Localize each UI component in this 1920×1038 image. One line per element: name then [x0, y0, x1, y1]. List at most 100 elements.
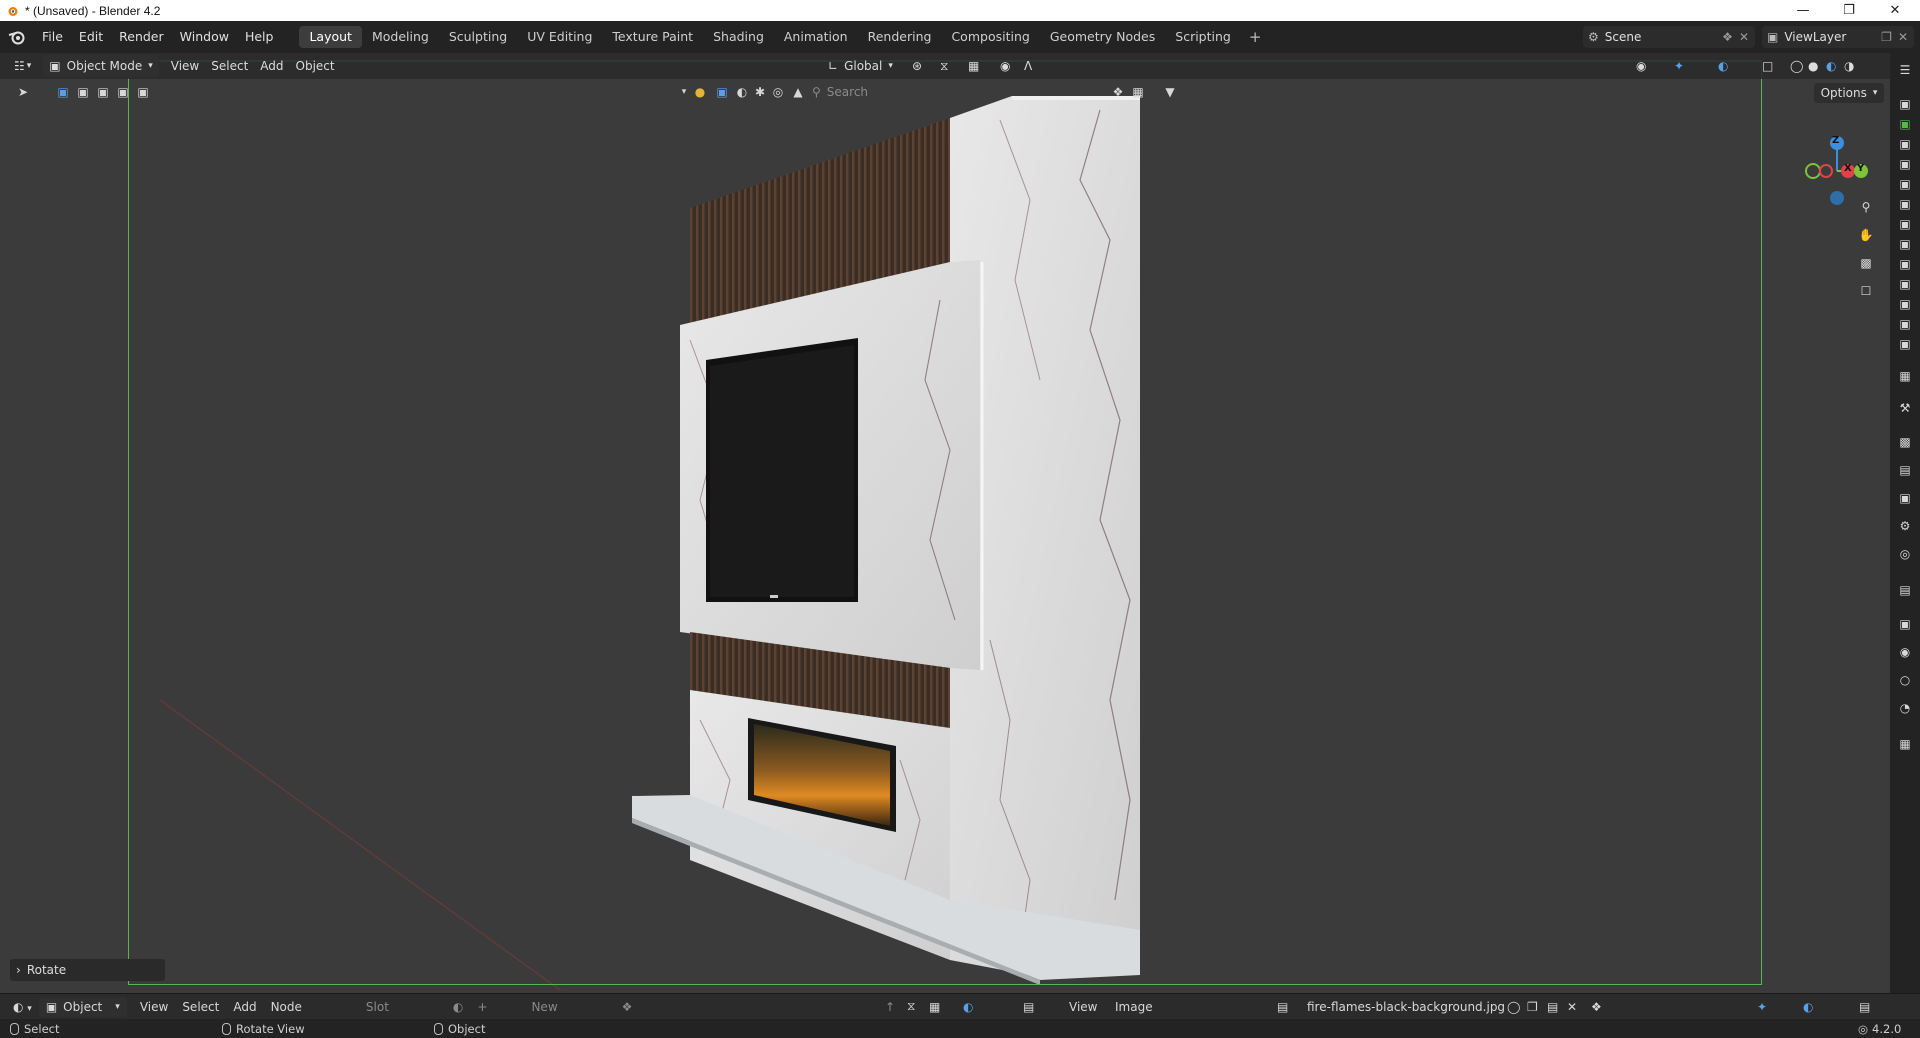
bookmark-icon[interactable]: ❖ [1108, 82, 1128, 102]
world-tab-icon[interactable]: ◎ [1894, 543, 1916, 565]
new-material-button[interactable]: New [524, 1000, 564, 1014]
menu-edit[interactable]: Edit [71, 21, 111, 53]
gizmo-toggle[interactable]: ✦ [1668, 55, 1690, 77]
menu-select[interactable]: Select [205, 55, 254, 77]
blender-menu-icon[interactable] [0, 21, 34, 53]
image-menu-image[interactable]: Image [1108, 1000, 1160, 1014]
editor-type-button[interactable]: ◐ ▾ [6, 1000, 39, 1014]
select-box-intersect-icon[interactable]: ▣ [133, 82, 153, 102]
image-menu-view[interactable]: View [1062, 1000, 1104, 1014]
camera-icon[interactable]: ▣ [1894, 113, 1916, 135]
camera-icon[interactable]: ▣ [1894, 253, 1916, 275]
shader-type-dropdown[interactable]: ▣ Object ▾ [38, 996, 127, 1017]
render-tab-icon[interactable]: ▩ [1894, 431, 1916, 453]
pin-icon[interactable]: ❖ [1722, 30, 1733, 44]
overlay-toggle[interactable]: ◐ [956, 1000, 980, 1014]
tab-shading[interactable]: Shading [703, 26, 774, 48]
tool-tab-icon[interactable]: ⚒ [1894, 397, 1916, 419]
lock-icon[interactable]: ☐ [1853, 278, 1879, 304]
close-icon[interactable]: ✕ [1739, 30, 1749, 44]
search-field[interactable]: ⚲ Search [812, 82, 1092, 102]
camera-icon[interactable]: ▣ [1894, 133, 1916, 155]
visible-types-icon[interactable]: ● [690, 82, 710, 102]
tab-layout[interactable]: Layout [299, 26, 362, 48]
outliner-icon[interactable]: ☰ [1894, 59, 1916, 81]
maximize-button[interactable]: ❐ [1826, 0, 1872, 21]
menu-file[interactable]: File [34, 21, 71, 53]
collection-tab-icon[interactable]: ▤ [1894, 579, 1916, 601]
duplicate-icon[interactable]: ❐ [1881, 30, 1892, 44]
menu-view[interactable]: View [133, 1000, 175, 1014]
camera-filter-icon[interactable]: ▲ [788, 82, 808, 102]
gizmo-toggle[interactable]: ✦ [1750, 1000, 1774, 1014]
camera-icon[interactable]: ▣ [1894, 153, 1916, 175]
falloff-icon[interactable]: Λ [1018, 55, 1038, 77]
material-filter-icon[interactable]: ◐ [732, 82, 752, 102]
tab-sculpting[interactable]: Sculpting [439, 26, 517, 48]
tab-scripting[interactable]: Scripting [1165, 26, 1241, 48]
overlay-toggle[interactable]: ◐ [1712, 55, 1734, 77]
image-editor-type-button[interactable]: ▤ [1016, 1000, 1041, 1014]
physics-tab-icon[interactable]: ◔ [1894, 697, 1916, 719]
object-tab-icon[interactable]: ▣ [1894, 613, 1916, 635]
xray-toggle[interactable]: □ [1756, 55, 1779, 77]
menu-window[interactable]: Window [172, 21, 237, 53]
camera-icon[interactable]: ▣ [1894, 333, 1916, 355]
tab-animation[interactable]: Animation [774, 26, 858, 48]
scene-selector[interactable]: ⚙ Scene ❖ ✕ [1583, 26, 1755, 48]
close-button[interactable]: ✕ [1872, 0, 1918, 21]
overlay-toggle[interactable]: ◐ [1796, 1000, 1820, 1014]
add-material-icon[interactable]: + [470, 1000, 494, 1014]
display-mode-icon[interactable]: ▦ [1128, 82, 1148, 102]
rendered-shading-button[interactable]: ◑ [1838, 55, 1860, 77]
menu-view[interactable]: View [165, 55, 205, 77]
last-operator-panel[interactable]: › Rotate [10, 959, 165, 981]
select-box-invert-icon[interactable]: ▣ [113, 82, 133, 102]
camera-icon[interactable]: ▣ [1894, 293, 1916, 315]
camera-icon[interactable]: ▣ [1894, 93, 1916, 115]
snap-settings[interactable]: ▦ [962, 55, 985, 77]
minimize-button[interactable]: — [1780, 0, 1826, 21]
modifier-tab-icon[interactable]: ◉ [1894, 641, 1916, 663]
snap-toggle[interactable]: ⧖ [900, 999, 922, 1014]
view-layer-tab-icon[interactable]: ▣ [1894, 487, 1916, 509]
tab-geometry-nodes[interactable]: Geometry Nodes [1040, 26, 1165, 48]
material-browse-icon[interactable]: ◐ [446, 1000, 470, 1014]
camera-icon[interactable]: ▣ [1894, 273, 1916, 295]
view-layer-selector[interactable]: ▣ ViewLayer ❐ ✕ [1762, 26, 1914, 48]
snap-settings[interactable]: ▦ [922, 1000, 947, 1014]
pin-icon[interactable]: ❖ [615, 1000, 640, 1014]
slot-dropdown[interactable]: Slot [359, 1000, 396, 1014]
zoom-icon[interactable]: ⚲ [1853, 194, 1879, 220]
scene-tab-icon[interactable]: ⚙ [1894, 515, 1916, 537]
menu-select[interactable]: Select [175, 1000, 226, 1014]
tab-modeling[interactable]: Modeling [362, 26, 439, 48]
camera-icon[interactable]: ▣ [1894, 213, 1916, 235]
menu-object[interactable]: Object [290, 55, 341, 77]
filter-icon[interactable]: ▼ [1160, 82, 1180, 102]
snap-toggle[interactable]: ⧖ [934, 55, 954, 77]
menu-render[interactable]: Render [111, 21, 172, 53]
texture-tab-icon[interactable]: ▦ [1894, 733, 1916, 755]
3d-viewport[interactable]: ☷ ▾ ▣ Object Mode ▾ View Select Add Objec… [0, 53, 1890, 993]
camera-icon[interactable]: ▣ [1894, 233, 1916, 255]
camera-view-icon[interactable]: ▩ [1853, 250, 1879, 276]
select-tool-icon[interactable]: ➤ [13, 82, 33, 102]
select-box-new-icon[interactable]: ▣ [53, 82, 73, 102]
menu-add[interactable]: Add [254, 55, 289, 77]
transform-orientation-dropdown[interactable]: ∟ Global ▾ [822, 55, 899, 77]
image-name-field[interactable]: fire-flames-black-background.jpg [1300, 1000, 1512, 1014]
select-box-extend-icon[interactable]: ▣ [73, 82, 93, 102]
properties-toggle-icon[interactable]: ▦ [1894, 365, 1916, 387]
menu-node[interactable]: Node [264, 1000, 309, 1014]
proportional-edit-toggle[interactable]: ◉ [994, 55, 1016, 77]
camera-icon[interactable]: ▣ [1894, 313, 1916, 335]
output-tab-icon[interactable]: ▤ [1894, 459, 1916, 481]
mesh-filter-icon[interactable]: ▣ [712, 82, 732, 102]
options-dropdown[interactable]: Options ▾ [1814, 83, 1884, 103]
pivot-point-button[interactable]: ⊛ [906, 55, 928, 77]
tab-compositing[interactable]: Compositing [941, 26, 1039, 48]
close-icon[interactable]: ✕ [1898, 30, 1908, 44]
menu-add[interactable]: Add [226, 1000, 263, 1014]
light-filter-icon[interactable]: ✱ [750, 82, 770, 102]
